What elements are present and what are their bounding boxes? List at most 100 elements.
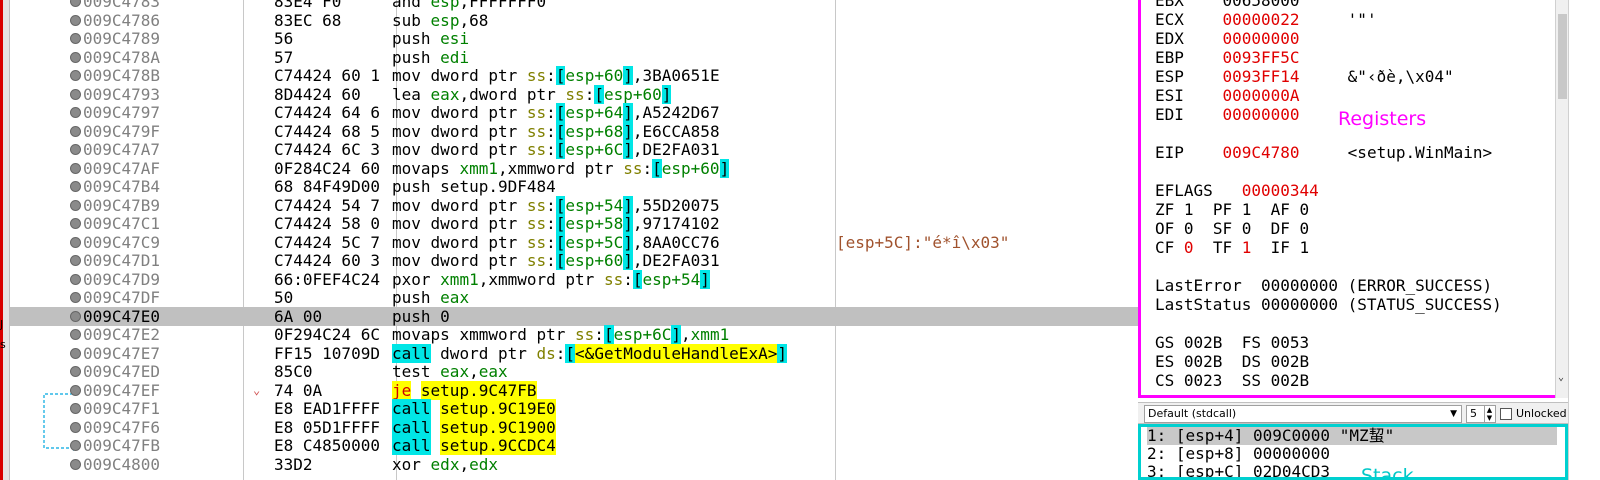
disasm-row[interactable]: 009C47AF 0F284C24 60 movaps xmm1,xmmword p… bbox=[10, 158, 1145, 178]
register-value[interactable]: 009C4780 bbox=[1222, 143, 1299, 162]
disasm-row[interactable]: 009C479F C74424 68 5 mov dword ptr ss:[esp… bbox=[10, 121, 1145, 141]
breakpoint-dot[interactable] bbox=[70, 107, 81, 118]
calling-convention-select[interactable]: Default (stdcall) ▼ bbox=[1144, 405, 1462, 423]
registers-scrollbar[interactable]: ⌄ bbox=[1555, 0, 1568, 398]
register-row[interactable]: EBP 0093FF5C bbox=[1155, 48, 1300, 67]
disasm-row[interactable]: 009C47F1 E8 EAD1FFFF call setup.9C19E0 bbox=[10, 399, 1145, 418]
disasm-row[interactable]: 009C47D9 66:0FEF4C24 pxor xmm1,xmmword ptr… bbox=[10, 269, 1145, 289]
disasm-row[interactable]: 009C47C9 C74424 5C 7 mov dword ptr ss:[esp… bbox=[10, 232, 1145, 252]
disasm-row[interactable]: 009C4797 C74424 64 6 mov dword ptr ss:[esp… bbox=[10, 103, 1145, 122]
breakpoint-dot[interactable] bbox=[70, 33, 81, 44]
disasm-row[interactable]: 009C47A7 C74424 6C 3 mov dword ptr ss:[esp… bbox=[10, 140, 1145, 159]
breakpoint-dot[interactable] bbox=[70, 162, 81, 174]
register-value[interactable]: 0093FF5C bbox=[1222, 48, 1299, 67]
breakpoint-dot[interactable] bbox=[70, 0, 81, 7]
breakpoint-dot[interactable] bbox=[70, 14, 81, 26]
flag-value[interactable]: 1 bbox=[1242, 238, 1252, 257]
breakpoint-dot[interactable] bbox=[70, 347, 81, 359]
disasm-row[interactable]: 009C47FB E8 C4850000 call setup.9CCDC4 bbox=[10, 436, 1145, 455]
disassembly-view[interactable]: 009C4783 83E4 F0 and esp,FFFFFFF0 009C4786 8… bbox=[10, 0, 1145, 480]
register-row-last-error[interactable]: LastError 00000000 (ERROR_SUCCESS) bbox=[1155, 276, 1492, 295]
breakpoint-dot[interactable] bbox=[70, 181, 81, 192]
argument-count-spinner[interactable]: 5 ▲ ▼ bbox=[1466, 405, 1496, 423]
segment-value[interactable]: 002B bbox=[1271, 352, 1310, 371]
register-value[interactable]: 00000344 bbox=[1242, 181, 1319, 200]
register-row-eflags[interactable]: EFLAGS 00000344 bbox=[1155, 181, 1319, 200]
breakpoint-dot[interactable] bbox=[70, 273, 81, 285]
breakpoint-dot[interactable] bbox=[70, 403, 81, 414]
disasm-row[interactable]: 009C478B C74424 60 1 mov dword ptr ss:[esp… bbox=[10, 66, 1145, 85]
disasm-row[interactable]: 009C47B9 C74424 54 7 mov dword ptr ss:[esp… bbox=[10, 195, 1145, 215]
stack-row[interactable]: 2: [esp+8] 00000000 bbox=[1147, 444, 1557, 463]
breakpoint-dot[interactable] bbox=[70, 88, 81, 100]
breakpoint-dot[interactable] bbox=[70, 458, 81, 470]
register-row[interactable]: ESP 0093FF14 &"‹ðè,\x04" bbox=[1155, 67, 1454, 86]
segment-value[interactable]: 0023 bbox=[1184, 371, 1223, 390]
register-value[interactable]: 00658000 bbox=[1222, 0, 1299, 10]
disasm-row[interactable]: 009C47B4 68 84F49D00 push setup.9DF484 bbox=[10, 177, 1145, 196]
flag-value[interactable]: 1 bbox=[1184, 200, 1194, 219]
register-value[interactable]: 00000022 bbox=[1222, 10, 1299, 29]
disasm-row[interactable]: 009C4793 8D4424 60 lea eax,dword ptr ss:[e… bbox=[10, 84, 1145, 104]
flag-value[interactable]: 0 bbox=[1184, 219, 1194, 238]
register-row[interactable]: ESI 0000000A bbox=[1155, 86, 1300, 105]
breakpoint-dot[interactable] bbox=[70, 51, 81, 63]
disasm-row[interactable]: 009C4789 56 push esi bbox=[10, 29, 1145, 48]
disasm-row[interactable]: 009C47E0 6A 00 push 0 bbox=[10, 306, 1145, 326]
breakpoint-dot[interactable] bbox=[70, 440, 81, 451]
disasm-row[interactable]: 009C4786 83EC 68 sub esp,68 bbox=[10, 11, 1145, 30]
unlocked-checkbox[interactable] bbox=[1500, 408, 1512, 420]
disasm-row[interactable]: 009C47D1 C74424 60 3 mov dword ptr ss:[esp… bbox=[10, 251, 1145, 270]
disasm-row[interactable]: 009C47ED 85C0 test eax,eax bbox=[10, 362, 1145, 381]
register-row[interactable]: ECX 00000022 '"' bbox=[1155, 10, 1377, 29]
breakpoint-dot[interactable] bbox=[70, 70, 81, 81]
breakpoint-dot[interactable] bbox=[70, 384, 81, 396]
scrollbar-thumb[interactable] bbox=[1558, 14, 1567, 99]
breakpoint-dot[interactable] bbox=[70, 310, 81, 322]
breakpoint-dot[interactable] bbox=[70, 329, 81, 340]
breakpoint-dot[interactable] bbox=[70, 255, 81, 266]
register-value[interactable]: 00000000 bbox=[1222, 29, 1299, 48]
register-value[interactable]: 0000000A bbox=[1222, 86, 1299, 105]
breakpoint-dot[interactable] bbox=[70, 125, 81, 137]
breakpoint-dot[interactable] bbox=[70, 421, 81, 433]
disasm-row[interactable]: 009C47DF 50 push eax bbox=[10, 288, 1145, 307]
segment-value[interactable]: 002B bbox=[1271, 371, 1310, 390]
flag-value[interactable]: 1 bbox=[1242, 200, 1252, 219]
scroll-down-icon[interactable]: ⌄ bbox=[1558, 372, 1564, 383]
disasm-row[interactable]: 009C47F6 E8 05D1FFFF call setup.9C1900 bbox=[10, 417, 1145, 437]
stack-row[interactable]: 1: [esp+4] 009C0000 "MZ蛪" bbox=[1147, 427, 1557, 445]
flag-value[interactable]: 0 bbox=[1300, 219, 1310, 238]
flag-value[interactable]: 0 bbox=[1184, 238, 1194, 257]
register-value[interactable]: 00000000 bbox=[1222, 105, 1299, 124]
breakpoint-dot[interactable] bbox=[70, 199, 81, 211]
breakpoint-dot[interactable] bbox=[70, 218, 81, 229]
disasm-row[interactable]: 009C47C1 C74424 58 0 mov dword ptr ss:[esp… bbox=[10, 214, 1145, 233]
segment-value[interactable]: 0053 bbox=[1271, 333, 1310, 352]
disasm-row[interactable]: 009C47E2 0F294C24 6C movaps xmmword ptr ss… bbox=[10, 325, 1145, 344]
flag-value[interactable]: 1 bbox=[1300, 238, 1310, 257]
register-value[interactable]: 0093FF14 bbox=[1222, 67, 1299, 86]
flag-value[interactable]: 0 bbox=[1242, 219, 1252, 238]
register-row-last-status[interactable]: LastStatus 00000000 (STATUS_SUCCESS) bbox=[1155, 295, 1502, 314]
breakpoint-dot[interactable] bbox=[70, 292, 81, 303]
breakpoint-dot[interactable] bbox=[70, 236, 81, 248]
stack-row[interactable]: 3: [esp+C] 02D04CD3 bbox=[1147, 462, 1557, 477]
disasm-row[interactable]: 009C478A 57 push edi bbox=[10, 48, 1145, 67]
register-row-eip[interactable]: EIP 009C4780 <setup.WinMain> bbox=[1155, 143, 1492, 162]
register-row[interactable]: EBX 00658000 bbox=[1155, 0, 1300, 10]
disasm-row[interactable]: 009C4783 83E4 F0 and esp,FFFFFFF0 bbox=[10, 0, 1145, 11]
disasm-row[interactable]: 009C4800 33D2 xor edx,edx bbox=[10, 455, 1145, 474]
disasm-row[interactable]: 009C47E7 FF15 10709D call dword ptr ds:[<&… bbox=[10, 343, 1145, 363]
register-row[interactable]: EDI 00000000 bbox=[1155, 105, 1300, 124]
breakpoint-dot[interactable] bbox=[70, 366, 81, 377]
disasm-row[interactable]: 009C47EF 74 0A ⌄ je setup.9C47FB bbox=[10, 380, 1145, 400]
spinner-arrows-icon[interactable]: ▲ ▼ bbox=[1484, 406, 1494, 422]
registers-panel[interactable]: EBX 00658000 ECX 00000022 '"' EDX 00000000… bbox=[1138, 0, 1558, 398]
breakpoint-dot[interactable] bbox=[70, 144, 81, 155]
flag-value[interactable]: 0 bbox=[1300, 200, 1310, 219]
segment-value[interactable]: 002B bbox=[1184, 333, 1223, 352]
register-row[interactable]: EDX 00000000 bbox=[1155, 29, 1300, 48]
stack-arguments-panel[interactable]: 1: [esp+4] 009C0000 "MZ蛪" 2: [esp+8] 000… bbox=[1138, 424, 1568, 480]
segment-value[interactable]: 002B bbox=[1184, 352, 1223, 371]
